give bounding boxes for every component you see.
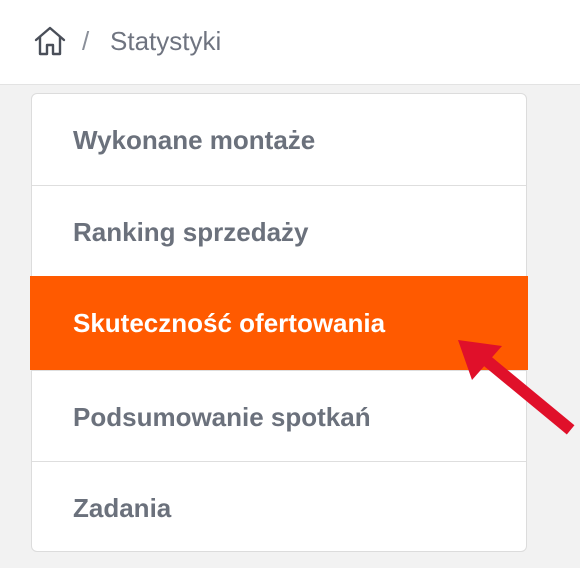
menu-item-wykonane-montaze[interactable]: Wykonane montaże [32,94,526,186]
home-icon[interactable] [34,26,66,56]
breadcrumb-separator: / [82,26,90,56]
menu-item-zadania[interactable]: Zadania [32,461,526,553]
menu-item-label: Podsumowanie spotkań [73,402,371,432]
red-pointer-arrow-icon [458,340,575,435]
menu-item-label: Ranking sprzedaży [73,217,309,247]
statistics-menu: Wykonane montaże Ranking sprzedaży Skute… [30,93,528,553]
menu-item-ranking-sprzedazy[interactable]: Ranking sprzedaży [32,185,526,277]
top-bar: / Statystyki [0,0,580,85]
menu-item-label: Wykonane montaże [73,125,316,155]
menu-item-label: Zadania [73,493,172,523]
breadcrumb-current: Statystyki [110,26,222,56]
menu-item-label: Skuteczność ofertowania [73,308,386,338]
